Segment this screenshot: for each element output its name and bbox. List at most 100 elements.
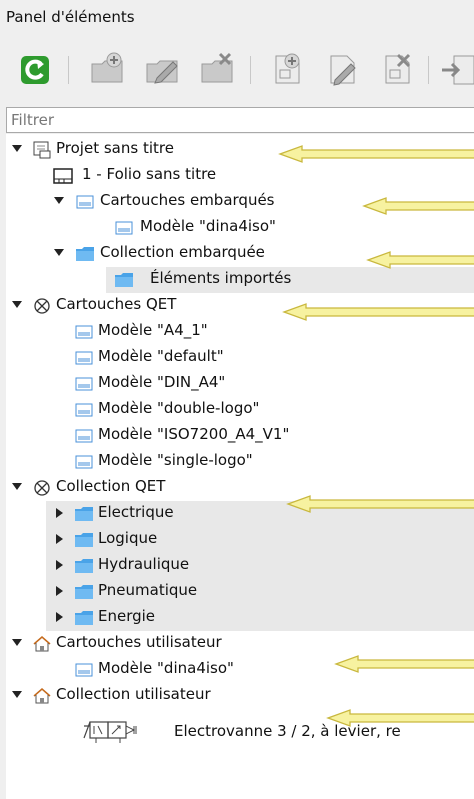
- qet-collection-icon: [32, 479, 52, 497]
- expand-arrow[interactable]: [12, 301, 22, 308]
- callout-arrow: [334, 654, 474, 674]
- expand-arrow[interactable]: [12, 691, 22, 698]
- edit-element-icon: [330, 55, 356, 86]
- tree-item-folder-hydraulique[interactable]: Hydraulique: [46, 553, 474, 579]
- reload-icon: [21, 56, 49, 84]
- tree-item-user-collection[interactable]: Collection utilisateur: [6, 683, 474, 709]
- filter-input[interactable]: [7, 108, 474, 132]
- tree-item-label: Logique: [98, 529, 158, 547]
- edit-folder-button[interactable]: [143, 50, 181, 88]
- delete-element-button[interactable]: [378, 50, 416, 88]
- folder-icon: [114, 271, 134, 289]
- valve-symbol-icon: [76, 716, 168, 746]
- tree-item-label: Modèle "dina4iso": [140, 217, 276, 235]
- tree-item-label: Energie: [98, 607, 156, 625]
- reload-button[interactable]: [16, 50, 54, 88]
- expand-arrow[interactable]: [56, 612, 63, 622]
- new-element-button[interactable]: [268, 50, 306, 88]
- element-tree: Projet sans titre 1 - Folio sans titre C…: [6, 134, 474, 799]
- tree-item-titleblock[interactable]: Modèle "double-logo": [6, 397, 474, 423]
- callout-arrow: [286, 494, 474, 514]
- callout-arrow: [362, 196, 474, 216]
- folder-icon: [74, 609, 94, 627]
- tree-item-titleblock[interactable]: Modèle "ISO7200_A4_V1": [6, 423, 474, 449]
- tree-item-folio[interactable]: 1 - Folio sans titre: [6, 163, 474, 189]
- titleblock-collection-icon: [75, 193, 95, 211]
- import-icon: [442, 55, 474, 85]
- tree-item-titleblock[interactable]: Modèle "A4_1": [6, 319, 474, 345]
- toolbar-separator: [250, 56, 251, 84]
- tree-item-label: Cartouches embarqués: [100, 191, 275, 209]
- tree-item-label: Collection embarquée: [100, 243, 265, 261]
- tree-item-label: Modèle "default": [98, 347, 224, 365]
- tree-item-label: Pneumatique: [98, 581, 198, 599]
- titleblock-icon: [74, 401, 94, 419]
- home-icon: [32, 635, 52, 653]
- tree-item-label: Collection utilisateur: [56, 685, 211, 703]
- new-element-icon: [275, 53, 300, 84]
- expand-arrow[interactable]: [56, 508, 63, 518]
- panel-title: Panel d'éléments: [6, 8, 135, 26]
- titleblock-icon: [74, 427, 94, 445]
- tree-item-label: Modèle "double-logo": [98, 399, 260, 417]
- edit-folder-icon: [146, 60, 178, 84]
- titleblock-icon: [74, 323, 94, 341]
- filter-field[interactable]: [6, 107, 474, 133]
- folder-icon: [74, 505, 94, 523]
- expand-arrow[interactable]: [12, 145, 22, 152]
- titleblock-icon: [114, 219, 134, 237]
- tree-item-folder-pneumatique[interactable]: Pneumatique: [46, 579, 474, 605]
- toolbar-separator: [428, 56, 429, 84]
- toolbar-separator: [68, 56, 69, 84]
- home-icon: [32, 687, 52, 705]
- tree-item-label: Modèle "A4_1": [98, 321, 208, 339]
- titleblock-icon: [74, 453, 94, 471]
- delete-folder-icon: [201, 52, 233, 83]
- tree-item-titleblock[interactable]: Modèle "default": [6, 345, 474, 371]
- expand-arrow[interactable]: [56, 586, 63, 596]
- tree-item-label: 1 - Folio sans titre: [82, 165, 217, 183]
- edit-element-button[interactable]: [323, 50, 361, 88]
- folder-icon: [75, 245, 95, 263]
- tree-item-imported-elements[interactable]: Éléments importés: [106, 267, 474, 293]
- tree-item-label: Modèle "ISO7200_A4_V1": [98, 425, 290, 443]
- tree-item-folder-logique[interactable]: Logique: [46, 527, 474, 553]
- folio-icon: [53, 167, 73, 185]
- callout-arrow: [326, 708, 474, 728]
- new-folder-icon: [91, 52, 123, 83]
- expand-arrow[interactable]: [12, 483, 22, 490]
- callout-arrow: [366, 250, 474, 270]
- tree-item-titleblock[interactable]: Modèle "single-logo": [6, 449, 474, 475]
- callout-arrow: [278, 144, 474, 164]
- tree-item-label: Cartouches QET: [56, 295, 177, 313]
- tree-item-label: Projet sans titre: [56, 139, 174, 157]
- tree-item-titleblock[interactable]: Modèle "dina4iso": [6, 215, 474, 241]
- tree-item-label: Cartouches utilisateur: [56, 633, 222, 651]
- folder-icon: [74, 557, 94, 575]
- tree-item-label: Modèle "dina4iso": [98, 659, 234, 677]
- expand-arrow[interactable]: [54, 249, 64, 256]
- new-folder-button[interactable]: [88, 50, 126, 88]
- tree-item-label: Modèle "DIN_A4": [98, 373, 226, 391]
- folder-icon: [74, 583, 94, 601]
- import-button[interactable]: [440, 50, 474, 88]
- project-icon: [32, 141, 52, 159]
- folder-icon: [74, 531, 94, 549]
- titleblock-icon: [74, 661, 94, 679]
- toolbar: [0, 50, 474, 92]
- delete-folder-button[interactable]: [198, 50, 236, 88]
- expand-arrow[interactable]: [12, 639, 22, 646]
- titleblock-icon: [74, 375, 94, 393]
- tree-item-label: Éléments importés: [150, 269, 292, 287]
- tree-item-folder-energie[interactable]: Energie: [46, 605, 474, 631]
- tree-item-label: Collection QET: [56, 477, 166, 495]
- tree-item-titleblock[interactable]: Modèle "DIN_A4": [6, 371, 474, 397]
- expand-arrow[interactable]: [56, 560, 63, 570]
- expand-arrow[interactable]: [56, 534, 63, 544]
- qet-collection-icon: [32, 297, 52, 315]
- titleblock-icon: [74, 349, 94, 367]
- tree-item-label: Hydraulique: [98, 555, 190, 573]
- callout-arrow: [282, 302, 474, 322]
- expand-arrow[interactable]: [54, 197, 64, 204]
- tree-item-label: Electrique: [98, 503, 174, 521]
